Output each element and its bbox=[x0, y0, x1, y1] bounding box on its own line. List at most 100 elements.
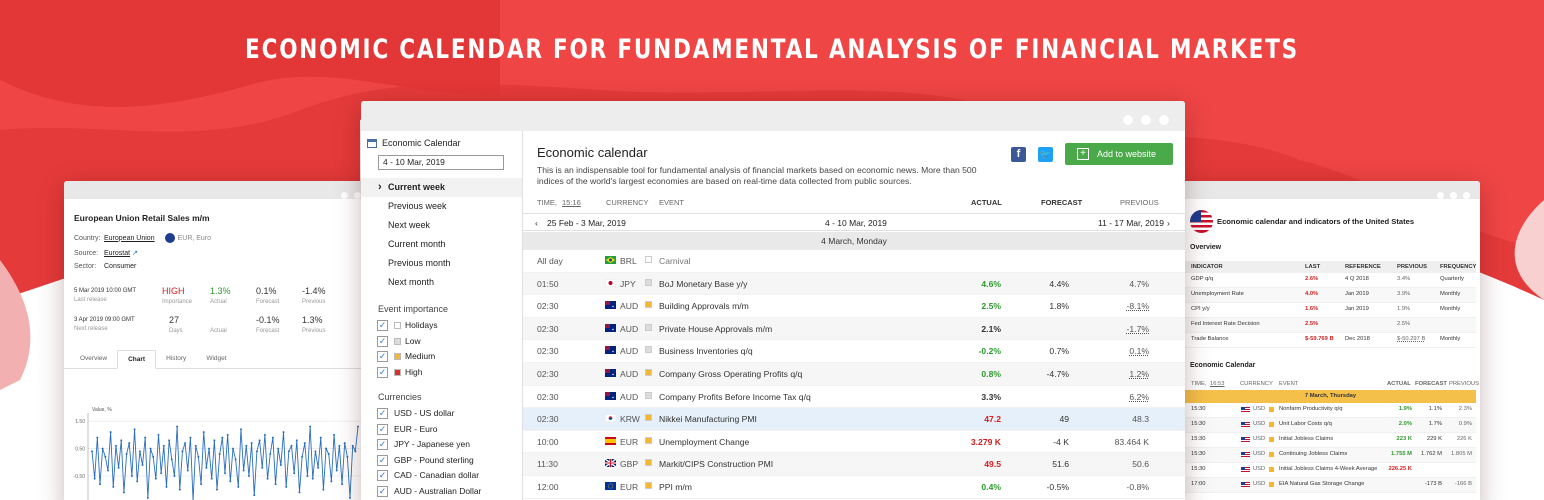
chart-point bbox=[141, 464, 144, 466]
calendar-row[interactable]: 15:30 USD Unit Labor Costs q/q 2.0% 1.7% 0.9% bbox=[1185, 418, 1476, 433]
tab-chart[interactable]: Chart bbox=[117, 350, 157, 369]
event-name[interactable]: Building Approvals m/m bbox=[659, 301, 749, 311]
event-row[interactable]: 02:30 AUD Company Profits Before Income Ta… bbox=[523, 386, 1185, 409]
event-currency: USD bbox=[1253, 451, 1266, 457]
overview-row[interactable]: Fed Interest Rate Decision 2.5% 2.5% bbox=[1185, 318, 1476, 333]
window-dot-icon[interactable] bbox=[1463, 192, 1470, 199]
calendar-row[interactable]: 15:30 USD Continuing Jobless Claims 1.755 M… bbox=[1185, 448, 1476, 463]
nav-next-week[interactable]: Next week bbox=[361, 216, 522, 235]
event-name[interactable]: Unemployment Change bbox=[659, 437, 749, 447]
overview-row[interactable]: Trade Balance $-59.769 B Dec 2018 $-50.297 … bbox=[1185, 333, 1476, 348]
event-name[interactable]: Nonfarm Productivity q/q bbox=[1279, 406, 1342, 412]
nav-current-week[interactable]: Current week bbox=[361, 178, 522, 197]
event-row[interactable]: 01:50 JPY BoJ Monetary Base y/y 4.6% 4.4% 4.7… bbox=[523, 272, 1185, 296]
currency-filter-item[interactable]: ✓ AUD - Australian Dollar bbox=[361, 484, 522, 500]
window-dot-icon[interactable] bbox=[1159, 115, 1169, 125]
event-row[interactable]: 02:30 AUD Company Gross Operating Profits … bbox=[523, 362, 1185, 386]
tab-widget[interactable]: Widget bbox=[196, 350, 236, 368]
checkbox[interactable]: ✓ bbox=[377, 439, 388, 451]
event-name[interactable]: Company Gross Operating Profits q/q bbox=[659, 369, 802, 379]
currency-filter-item[interactable]: ✓ CAD - Canadian dollar bbox=[361, 468, 522, 484]
event-name[interactable]: Markit/CIPS Construction PMI bbox=[659, 459, 773, 469]
window-dot-icon[interactable] bbox=[354, 192, 361, 199]
time-zone-value[interactable]: 15:16 bbox=[562, 198, 581, 207]
checkbox[interactable]: ✓ bbox=[377, 408, 388, 420]
importance-heading: Event importance bbox=[378, 304, 449, 314]
twitter-share-icon[interactable]: 🐦 bbox=[1038, 147, 1053, 162]
window-dot-icon[interactable] bbox=[1141, 115, 1151, 125]
overview-row[interactable]: CPI y/y 1.6% Jan 2019 1.9% Monthly bbox=[1185, 303, 1476, 318]
currency-filter-item[interactable]: ✓ JPY - Japanese yen bbox=[361, 437, 522, 453]
eu-flag-icon bbox=[164, 233, 175, 243]
importance-indicator bbox=[645, 256, 652, 263]
event-name[interactable]: EIA Natural Gas Storage Change bbox=[1279, 481, 1364, 487]
event-name[interactable]: Initial Jobless Claims 4-Week Average bbox=[1279, 466, 1377, 472]
importance-filter-item[interactable]: ✓ High bbox=[361, 365, 522, 381]
nav-previous-week[interactable]: Previous week bbox=[361, 197, 522, 216]
importance-indicator bbox=[645, 481, 652, 489]
event-name[interactable]: Initial Jobless Claims bbox=[1279, 436, 1333, 442]
nav-next-month[interactable]: Next month bbox=[361, 273, 522, 292]
event-row[interactable]: 12:00 EUR PPI m/m 0.4% -0.5% -0.8% bbox=[523, 476, 1185, 499]
checkbox[interactable]: ✓ bbox=[377, 423, 388, 435]
event-row[interactable]: 10:00 EUR Unemployment Change 3.279 K -4 K 83… bbox=[523, 431, 1185, 454]
importance-filter-item[interactable]: ✓ Low bbox=[361, 334, 522, 350]
nav-current-month[interactable]: Current month bbox=[361, 235, 522, 254]
event-row[interactable]: 11:30 GBP Markit/CIPS Construction PMI 49.5… bbox=[523, 453, 1185, 476]
prev-week-link[interactable]: 25 Feb - 3 Mar, 2019 bbox=[547, 218, 626, 228]
event-name[interactable]: Continuing Jobless Claims bbox=[1279, 451, 1347, 457]
currency-filter-item[interactable]: ✓ GBP - Pound sterling bbox=[361, 453, 522, 469]
importance-filter-item[interactable]: ✓ Holidays bbox=[361, 318, 522, 334]
event-name[interactable]: Company Profits Before Income Tax q/q bbox=[659, 392, 811, 402]
tab-history[interactable]: History bbox=[156, 350, 196, 368]
currency-filter-item[interactable]: ✓ EUR - Euro bbox=[361, 422, 522, 438]
overview-row[interactable]: GDP q/q 2.6% 4 Q 2018 3.4% Quarterly bbox=[1185, 273, 1476, 288]
event-row[interactable]: 02:30 AUD Private House Approvals m/m 2.1% -… bbox=[523, 317, 1185, 341]
checkbox[interactable]: ✓ bbox=[377, 454, 388, 466]
calendar-row[interactable]: 17:00 USD EIA Natural Gas Storage Change -1… bbox=[1185, 478, 1476, 493]
window-dot-icon[interactable] bbox=[1123, 115, 1133, 125]
checkbox[interactable]: ✓ bbox=[377, 366, 388, 378]
calendar-row[interactable]: 15:30 USD Initial Jobless Claims 4-Week Av… bbox=[1185, 463, 1476, 478]
checkbox[interactable]: ✓ bbox=[377, 485, 388, 497]
event-row[interactable]: All day BRL Carnival bbox=[523, 250, 1185, 273]
event-name[interactable]: Unit Labor Costs q/q bbox=[1279, 421, 1332, 427]
event-name[interactable]: Private House Approvals m/m bbox=[659, 324, 772, 334]
window-dot-icon[interactable] bbox=[1450, 192, 1457, 199]
next-week-link[interactable]: 11 - 17 Mar, 2019 bbox=[1098, 218, 1164, 228]
currency-filter-item[interactable]: ✓ USD - US dollar bbox=[361, 406, 522, 422]
chart-point bbox=[125, 453, 128, 456]
calendar-row[interactable]: 15:30 USD Initial Jobless Claims 223 K 229 K… bbox=[1185, 433, 1476, 448]
checkbox[interactable]: ✓ bbox=[377, 470, 388, 482]
checkbox[interactable]: ✓ bbox=[377, 351, 388, 363]
time-value[interactable]: 16:53 bbox=[1210, 381, 1225, 387]
tab-overview[interactable]: Overview bbox=[70, 350, 117, 368]
source-link[interactable]: Eurostat bbox=[104, 250, 130, 257]
event-row[interactable]: 02:30 AUD Building Approvals m/m 2.5% 1.8% -8… bbox=[523, 295, 1185, 318]
facebook-share-icon[interactable]: f bbox=[1011, 147, 1026, 162]
chart-point bbox=[189, 436, 192, 439]
checkbox[interactable]: ✓ bbox=[377, 335, 388, 347]
checkbox[interactable]: ✓ bbox=[377, 320, 388, 332]
date-range-input[interactable]: 4 - 10 Mar, 2019 bbox=[378, 155, 504, 170]
prev-week-chevron-icon[interactable]: ‹ bbox=[535, 218, 538, 228]
window-dot-icon[interactable] bbox=[341, 192, 348, 199]
chart-point bbox=[186, 469, 189, 472]
chart-point bbox=[104, 455, 107, 458]
country-link[interactable]: European Union bbox=[104, 235, 155, 242]
event-name[interactable]: Business Inventories q/q bbox=[659, 346, 753, 356]
next-week-chevron-icon[interactable]: › bbox=[1167, 218, 1170, 228]
calendar-row[interactable]: 15:30 USD Nonfarm Productivity q/q 1.9% 1.1%… bbox=[1185, 403, 1476, 418]
window-dot-icon[interactable] bbox=[1437, 192, 1444, 199]
event-row[interactable]: 02:30 KRW Nikkei Manufacturing PMI 47.2 49 48… bbox=[523, 408, 1185, 431]
add-to-website-button[interactable]: + Add to website bbox=[1065, 143, 1173, 165]
overview-row[interactable]: Unemployment Rate 4.0% Jan 2019 3.9% Monthly bbox=[1185, 288, 1476, 303]
event-name[interactable]: Carnival bbox=[659, 256, 691, 266]
nav-previous-month[interactable]: Previous month bbox=[361, 254, 522, 273]
event-name[interactable]: PPI m/m bbox=[659, 482, 692, 492]
event-row[interactable]: 02:30 AUD Business Inventories q/q -0.2% 0.7… bbox=[523, 340, 1185, 363]
event-name[interactable]: Nikkei Manufacturing PMI bbox=[659, 414, 757, 424]
importance-filter-item[interactable]: ✓ Medium bbox=[361, 349, 522, 365]
event-name[interactable]: BoJ Monetary Base y/y bbox=[659, 279, 747, 289]
sector-value: Consumer bbox=[104, 263, 137, 270]
